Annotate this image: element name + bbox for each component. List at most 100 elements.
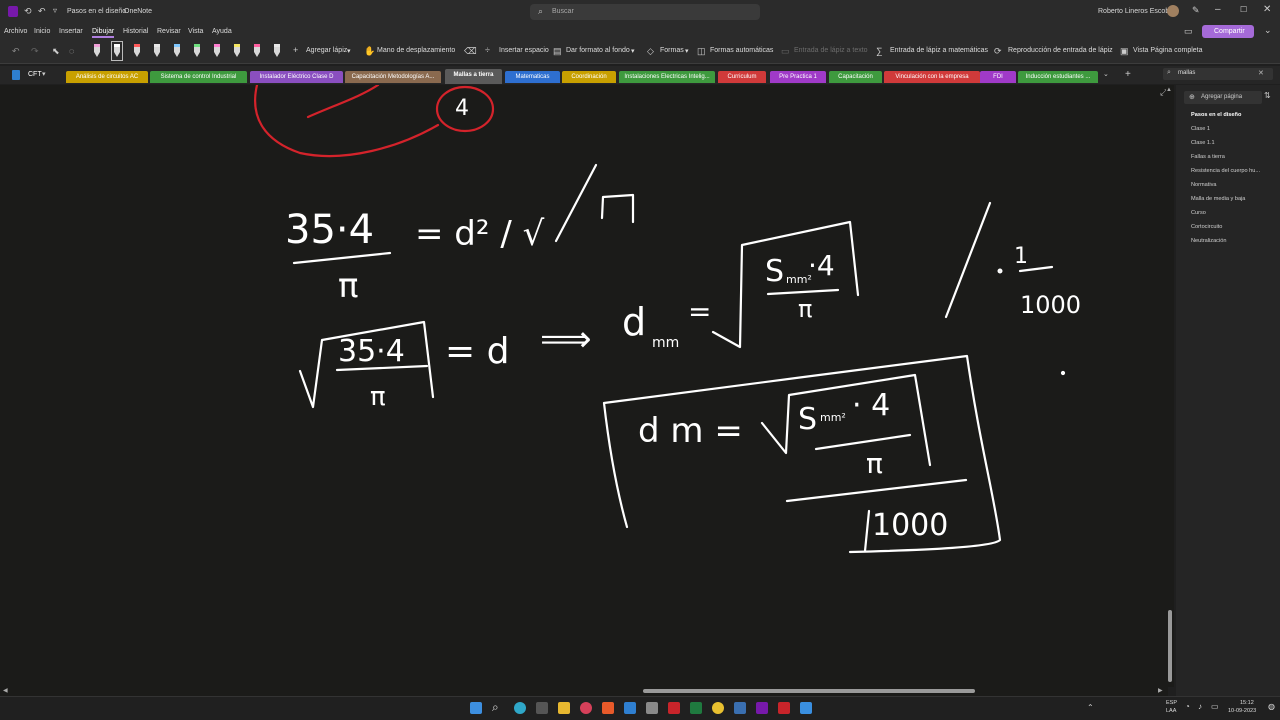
wifi-icon[interactable]: ◔ xyxy=(1185,702,1190,711)
section-tab-10[interactable]: Capacitación xyxy=(829,71,882,83)
chrome-icon[interactable] xyxy=(712,702,724,714)
full-page-button[interactable]: Vista Página completa xyxy=(1133,47,1203,54)
calculator-icon[interactable] xyxy=(734,702,746,714)
pen-8-icon[interactable] xyxy=(253,43,261,59)
section-search-box[interactable]: ⌕ mallas ✕ xyxy=(1163,68,1273,80)
redo-ink-icon[interactable]: ↷ xyxy=(31,46,39,57)
pen-5-icon[interactable] xyxy=(193,43,201,59)
undo-ink-icon[interactable]: ↶ xyxy=(12,46,20,57)
notebook-chevron-icon[interactable]: ▾ xyxy=(42,70,46,78)
pen-7-icon[interactable] xyxy=(233,43,241,59)
taskbar-search-icon[interactable]: ⌕ xyxy=(492,700,499,715)
close-icon[interactable]: ✕ xyxy=(1263,4,1271,15)
vscroll-thumb[interactable] xyxy=(1168,610,1172,682)
section-tab-12[interactable]: FDI xyxy=(980,71,1016,83)
app-icon-1[interactable] xyxy=(580,702,592,714)
section-tab-0[interactable]: Análisis de circuitos AC xyxy=(66,71,148,83)
pen-1-icon[interactable] xyxy=(111,41,123,61)
desktop-icon[interactable] xyxy=(536,702,548,714)
page-item-4[interactable]: Resistencia del cuerpo hu... xyxy=(1191,168,1260,174)
page-item-5[interactable]: Normativa xyxy=(1191,182,1217,188)
section-search-clear-icon[interactable]: ✕ xyxy=(1258,69,1264,77)
maximize-icon[interactable]: ☐ xyxy=(1240,5,1247,14)
menu-vista[interactable]: Vista xyxy=(188,28,203,35)
section-tab-9[interactable]: Pre Practica 1 xyxy=(770,71,826,83)
tray-chevron-icon[interactable]: ⌃ xyxy=(1087,703,1094,712)
menu-dibujar[interactable]: Dibujar xyxy=(92,28,115,38)
notebook-name[interactable]: CFT xyxy=(28,71,42,78)
edge-icon[interactable] xyxy=(514,702,526,714)
section-tab-6[interactable]: Coordinación xyxy=(562,71,616,83)
add-section-icon[interactable]: + xyxy=(1125,69,1131,80)
tray-time[interactable]: 15:12 xyxy=(1240,700,1254,706)
auto-shapes-button[interactable]: Formas automáticas xyxy=(710,47,773,54)
shapes-chevron-icon[interactable]: ▾ xyxy=(685,47,689,55)
snipping-icon[interactable] xyxy=(602,702,614,714)
menu-historial[interactable]: Historial xyxy=(123,28,148,35)
menu-ayuda[interactable]: Ayuda xyxy=(212,28,232,35)
section-tab-2[interactable]: Instalador Eléctrico Clase D xyxy=(250,71,343,83)
more-sections-icon[interactable]: ⌄ xyxy=(1103,70,1109,78)
ribbon-collapse-icon[interactable]: ⌄ xyxy=(1264,25,1272,36)
format-bg-button[interactable]: Dar formato al fondo xyxy=(566,47,630,54)
tray-lang[interactable]: ESP xyxy=(1166,700,1177,706)
format-bg-chevron-icon[interactable]: ▾ xyxy=(631,47,635,55)
section-tab-4[interactable]: Mallas a tierra xyxy=(445,69,502,84)
ink-replay-button[interactable]: Reproducción de entrada de lápiz xyxy=(1008,47,1113,54)
share-button[interactable]: Compartir xyxy=(1202,25,1254,38)
menu-inicio[interactable]: Inicio xyxy=(34,28,50,35)
volume-icon[interactable]: ♪ xyxy=(1198,702,1202,711)
acrobat-icon[interactable] xyxy=(668,702,680,714)
section-tab-1[interactable]: Sistema de control Industrial xyxy=(150,71,247,83)
vertical-scrollbar[interactable]: ▲ xyxy=(1166,85,1174,687)
pen-3-icon[interactable] xyxy=(153,43,161,59)
page-item-6[interactable]: Malla de media y baja xyxy=(1191,196,1245,202)
pen-6-icon[interactable] xyxy=(213,43,221,59)
pen-9-icon[interactable] xyxy=(273,43,281,59)
section-tab-8[interactable]: Curriculum xyxy=(718,71,766,83)
section-tab-7[interactable]: Instalaciones Electricas Intelig... xyxy=(619,71,715,83)
pen-settings-icon[interactable]: ✎ xyxy=(1192,5,1200,16)
shapes-button[interactable]: Formas xyxy=(660,47,684,54)
ink-to-math-button[interactable]: Entrada de lápiz a matemáticas xyxy=(890,47,988,54)
page-item-1[interactable]: Clase 1 xyxy=(1191,126,1210,132)
undo-icon[interactable]: ↶ xyxy=(38,6,46,17)
avatar[interactable] xyxy=(1167,5,1179,17)
user-name[interactable]: Roberto Lineros Escobar xyxy=(1098,8,1175,15)
eraser-icon[interactable]: ⌫ xyxy=(464,46,477,57)
hscroll-right-icon[interactable]: ▶ xyxy=(1158,687,1163,694)
page-item-8[interactable]: Cortocircuito xyxy=(1191,224,1222,230)
menu-revisar[interactable]: Revisar xyxy=(157,28,181,35)
page-item-2[interactable]: Clase 1.1 xyxy=(1191,140,1215,146)
menu-archivo[interactable]: Archivo xyxy=(4,28,27,35)
minimize-icon[interactable]: – xyxy=(1215,4,1221,15)
add-pen-button[interactable]: Agregar lápiz xyxy=(306,47,347,54)
ink-layer[interactable]: 4 35·4 π = d² / √ 35·4 π = d ⟹ d mm = S … xyxy=(0,85,1168,687)
menu-insertar[interactable]: Insertar xyxy=(59,28,83,35)
ink-to-text-button[interactable]: Entrada de lápiz a texto xyxy=(794,47,868,54)
horizontal-scrollbar[interactable]: ◀ ▶ xyxy=(0,687,1168,696)
section-tab-11[interactable]: Vinculación con la empresa xyxy=(884,71,980,83)
app-icon-2[interactable] xyxy=(800,702,812,714)
file-explorer-icon[interactable] xyxy=(558,702,570,714)
page-item-0[interactable]: Pasos en el diseño xyxy=(1191,112,1241,118)
page-item-7[interactable]: Curso xyxy=(1191,210,1206,216)
vscroll-up-icon[interactable]: ▲ xyxy=(1166,87,1172,93)
battery-icon[interactable]: ▭ xyxy=(1211,702,1219,711)
onenote-taskbar-icon[interactable] xyxy=(756,702,768,714)
notepad-icon[interactable] xyxy=(646,702,658,714)
lasso-icon[interactable]: ◌ xyxy=(69,46,74,56)
add-page-button[interactable]: ⊕ Agregar página xyxy=(1184,91,1262,104)
acrobat-2-icon[interactable] xyxy=(778,702,790,714)
hscroll-left-icon[interactable]: ◀ xyxy=(3,687,8,694)
tray-lang2[interactable]: LAA xyxy=(1166,708,1176,714)
select-icon[interactable]: ⬉ xyxy=(52,46,60,57)
customize-icon[interactable]: ▿ xyxy=(53,6,57,15)
search-box[interactable]: ⌕ Buscar xyxy=(530,4,760,20)
page-canvas[interactable]: 4 35·4 π = d² / √ 35·4 π = d ⟹ d mm = S … xyxy=(0,85,1168,687)
excel-icon[interactable] xyxy=(690,702,702,714)
tray-date[interactable]: 10-09-2023 xyxy=(1228,708,1256,714)
windows-start-icon[interactable] xyxy=(470,702,482,714)
section-tab-5[interactable]: Matematicas xyxy=(505,71,560,83)
pen-4-icon[interactable] xyxy=(173,43,181,59)
